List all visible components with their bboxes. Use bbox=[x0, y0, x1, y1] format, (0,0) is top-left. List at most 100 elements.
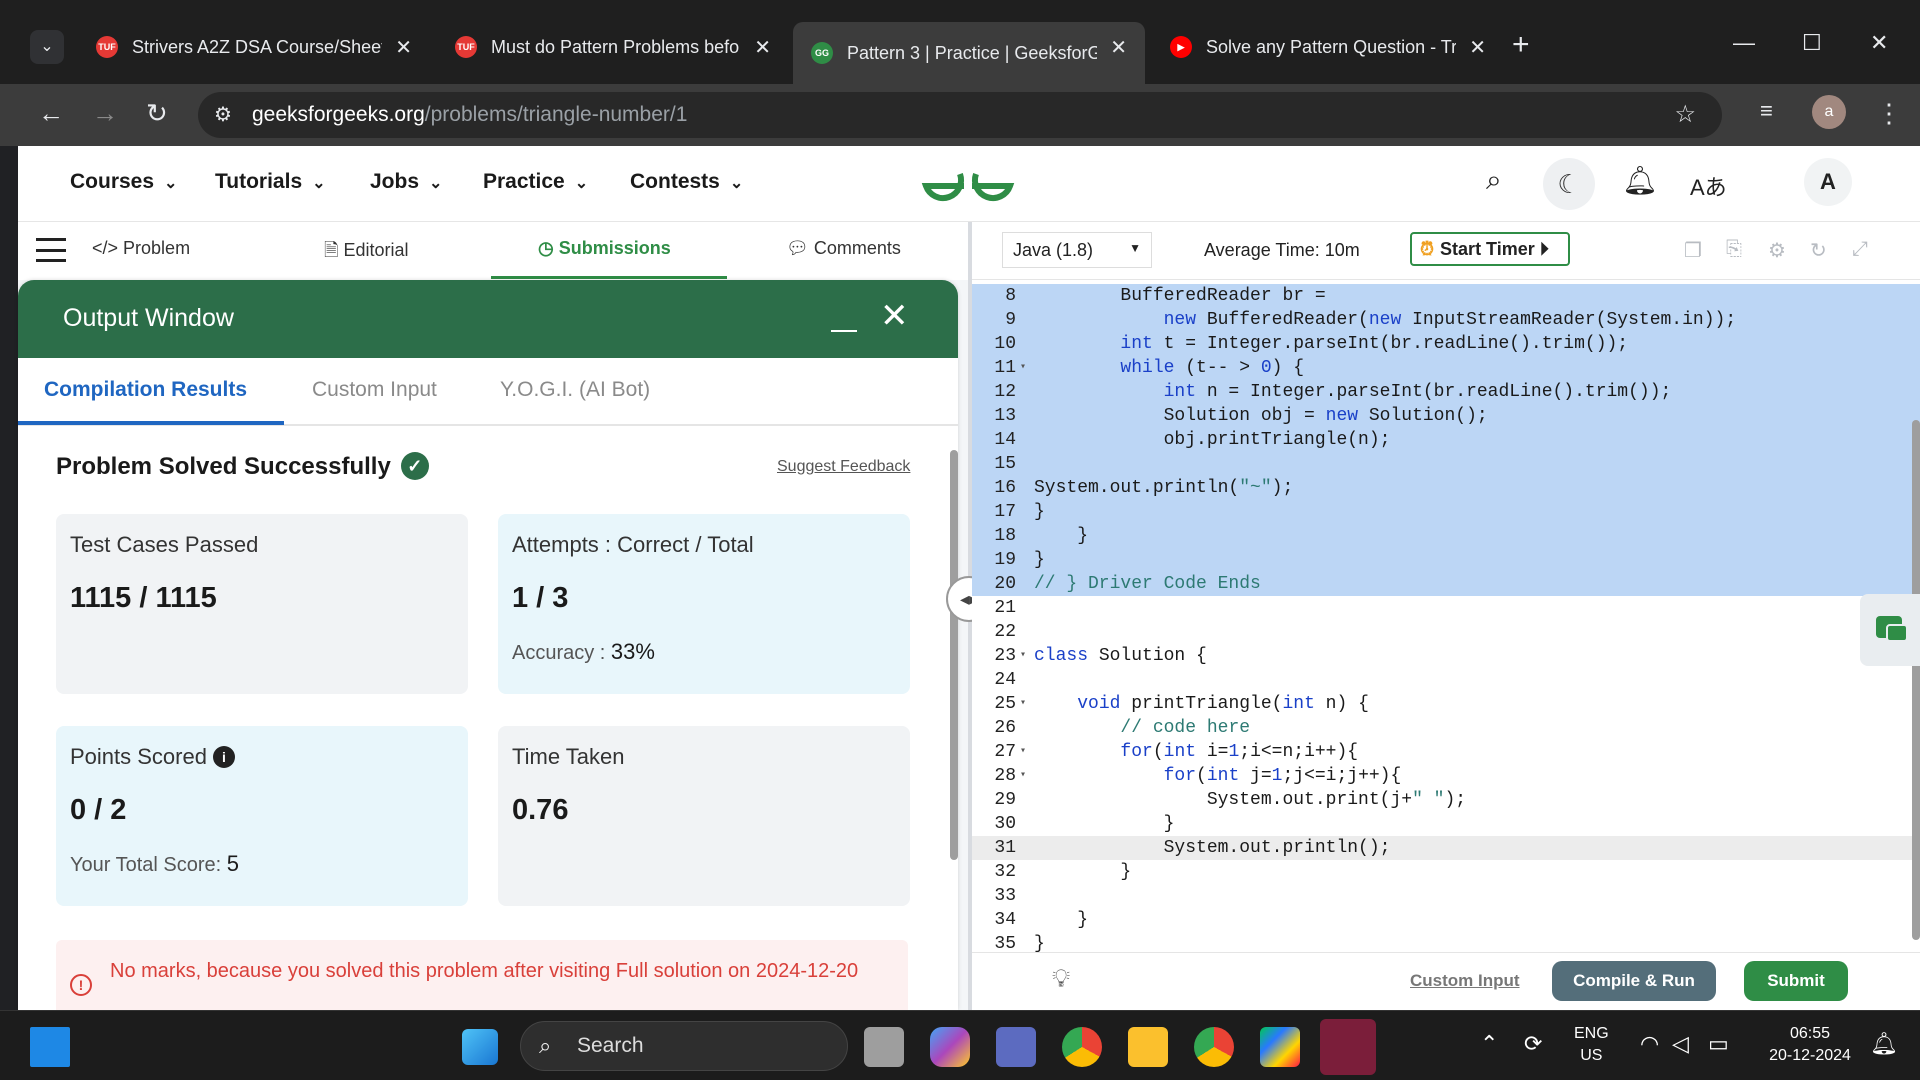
code-line[interactable]: 18 } bbox=[972, 524, 1920, 548]
bookmark-star-icon[interactable]: ☆ bbox=[1674, 92, 1696, 138]
code-line[interactable]: 34 } bbox=[972, 908, 1920, 932]
hamburger-menu-icon[interactable] bbox=[36, 238, 66, 262]
code-line[interactable]: 35} bbox=[972, 932, 1920, 952]
user-avatar[interactable]: A bbox=[1804, 158, 1852, 206]
language-indicator[interactable]: ENG US bbox=[1574, 1023, 1609, 1067]
dark-mode-icon[interactable]: ☾ bbox=[1543, 158, 1595, 210]
address-bar[interactable]: ⚙ geeksforgeeks.org/problems/triangle-nu… bbox=[198, 92, 1722, 138]
tab-editorial[interactable]: 🗎︎ Editorial bbox=[324, 238, 409, 268]
windows-start-icon[interactable] bbox=[462, 1029, 498, 1065]
lightbulb-icon[interactable]: 💡︎ bbox=[1052, 963, 1070, 995]
close-window-button[interactable]: ✕ bbox=[1870, 30, 1888, 56]
tab-submissions[interactable]: ◷ Submissions bbox=[538, 238, 671, 259]
import-icon[interactable]: ⎘ bbox=[1726, 238, 1742, 261]
language-select[interactable]: Java (1.8) ▼ bbox=[1002, 232, 1152, 268]
fullscreen-icon[interactable]: ⤢ bbox=[1852, 238, 1868, 261]
code-line[interactable]: 32 } bbox=[972, 860, 1920, 884]
code-line[interactable]: 8 BufferedReader br = bbox=[972, 284, 1920, 308]
browser-tab-2[interactable]: TUF Must do Pattern Problems befo ✕ bbox=[437, 22, 789, 72]
maximize-window-button[interactable]: ☐ bbox=[1802, 30, 1822, 56]
fold-arrow-icon[interactable]: ▾ bbox=[1020, 644, 1026, 668]
start-timer-button[interactable]: ⏰︎ Start Timer ⏵ bbox=[1410, 232, 1570, 266]
chevron-up-icon[interactable]: ⌃ bbox=[1480, 1031, 1498, 1057]
teams-icon[interactable] bbox=[996, 1027, 1036, 1067]
back-button[interactable]: ← bbox=[38, 98, 64, 129]
file-explorer-icon[interactable] bbox=[1128, 1027, 1168, 1067]
tab-problem[interactable]: </> Problem bbox=[92, 238, 190, 259]
copy-icon[interactable]: ❐ bbox=[1684, 238, 1702, 263]
tab-compilation-results[interactable]: Compilation Results bbox=[44, 378, 247, 402]
site-info-icon[interactable]: ⚙ bbox=[214, 92, 232, 138]
widgets-icon[interactable] bbox=[30, 1027, 70, 1067]
browser-tab-3[interactable]: GG Pattern 3 | Practice | GeeksforG ✕ bbox=[793, 22, 1145, 84]
code-editor[interactable]: 8 BufferedReader br = 9 new BufferedReade… bbox=[972, 280, 1920, 952]
tab-custom-input[interactable]: Custom Input bbox=[312, 378, 437, 402]
code-line[interactable]: 22 bbox=[972, 620, 1920, 644]
code-line[interactable]: 31 System.out.println(); bbox=[972, 836, 1920, 860]
sync-icon[interactable]: ⟳ bbox=[1524, 1031, 1542, 1057]
new-tab-button[interactable]: + bbox=[1512, 28, 1530, 62]
browser-tab-1[interactable]: TUF Strivers A2Z DSA Course/Sheet ✕ bbox=[78, 22, 430, 72]
search-icon[interactable]: ⌕ bbox=[1486, 164, 1502, 197]
code-line[interactable]: 15 bbox=[972, 452, 1920, 476]
forward-button[interactable]: → bbox=[92, 98, 118, 129]
code-line[interactable]: 20 // } Driver Code Ends bbox=[972, 572, 1920, 596]
fold-arrow-icon[interactable]: ▾ bbox=[1020, 356, 1026, 380]
code-line[interactable]: 13 Solution obj = new Solution(); bbox=[972, 404, 1920, 428]
info-icon[interactable]: i bbox=[212, 746, 235, 768]
tab-comments[interactable]: 💬︎ Comments bbox=[786, 238, 901, 259]
code-line[interactable]: 11 ▾ while (t-- > 0) { bbox=[972, 356, 1920, 380]
code-line[interactable]: 14 obj.printTriangle(n); bbox=[972, 428, 1920, 452]
code-line[interactable]: 12 int n = Integer.parseInt(br.readLine(… bbox=[972, 380, 1920, 404]
code-line[interactable]: 30 } bbox=[972, 812, 1920, 836]
battery-icon[interactable]: ▭ bbox=[1708, 1031, 1729, 1057]
code-line[interactable]: 27 ▾ for(int i=1;i<=n;i++){ bbox=[972, 740, 1920, 764]
minimize-window-button[interactable]: — bbox=[1733, 30, 1755, 56]
code-line[interactable]: 19} bbox=[972, 548, 1920, 572]
fold-arrow-icon[interactable]: ▾ bbox=[1020, 740, 1026, 764]
chat-fab-button[interactable] bbox=[1860, 594, 1920, 666]
reset-icon[interactable]: ↻ bbox=[1810, 238, 1827, 263]
code-line[interactable]: 26 // code here bbox=[972, 716, 1920, 740]
close-tab-icon[interactable]: ✕ bbox=[395, 35, 412, 60]
reload-button[interactable]: ↻ bbox=[146, 98, 168, 129]
notification-icon[interactable]: 🔔︎ bbox=[1870, 1031, 1898, 1057]
app-window-icon[interactable] bbox=[1320, 1019, 1376, 1075]
code-line[interactable]: 28 ▾ for(int j=1;j<=i;j++){ bbox=[972, 764, 1920, 788]
browser-profile-avatar[interactable]: a bbox=[1812, 95, 1846, 129]
clock[interactable]: 06:55 20-12-2024 bbox=[1760, 1023, 1860, 1067]
chrome-profile-icon[interactable] bbox=[1062, 1027, 1102, 1067]
close-tab-icon[interactable]: ✕ bbox=[754, 35, 771, 60]
code-line[interactable]: 17} bbox=[972, 500, 1920, 524]
submit-button[interactable]: Submit bbox=[1744, 961, 1848, 1001]
editor-scrollbar[interactable] bbox=[1912, 420, 1920, 940]
wifi-icon[interactable]: ◠ bbox=[1640, 1031, 1659, 1057]
minimize-output-button[interactable] bbox=[831, 330, 857, 332]
media-control-icon[interactable]: ≡ bbox=[1760, 98, 1773, 124]
play-store-icon[interactable] bbox=[1260, 1027, 1300, 1067]
fold-arrow-icon[interactable]: ▾ bbox=[1020, 692, 1026, 716]
menu-courses[interactable]: Courses ⌄ bbox=[70, 170, 177, 194]
browser-tab-4[interactable]: ▶ Solve any Pattern Question - Tri ✕ bbox=[1152, 22, 1504, 72]
output-scrollbar[interactable] bbox=[950, 450, 958, 860]
code-line[interactable]: 23 ▾ class Solution { bbox=[972, 644, 1920, 668]
copilot-icon[interactable] bbox=[930, 1027, 970, 1067]
code-line[interactable]: 10 int t = Integer.parseInt(br.readLine(… bbox=[972, 332, 1920, 356]
close-tab-icon[interactable]: ✕ bbox=[1469, 35, 1486, 60]
code-line[interactable]: 33 bbox=[972, 884, 1920, 908]
menu-tutorials[interactable]: Tutorials ⌄ bbox=[215, 170, 326, 194]
suggest-feedback-link[interactable]: Suggest Feedback bbox=[777, 458, 910, 476]
menu-jobs[interactable]: Jobs ⌄ bbox=[370, 170, 442, 194]
gfg-logo[interactable] bbox=[920, 160, 1016, 208]
compile-run-button[interactable]: Compile & Run bbox=[1552, 961, 1716, 1001]
code-line[interactable]: 16 System.out.println("~"); bbox=[972, 476, 1920, 500]
browser-menu-icon[interactable]: ⋮ bbox=[1876, 98, 1902, 129]
code-line[interactable]: 21 bbox=[972, 596, 1920, 620]
menu-contests[interactable]: Contests ⌄ bbox=[630, 170, 743, 194]
volume-icon[interactable]: ◁ bbox=[1672, 1031, 1689, 1057]
code-line[interactable]: 29 System.out.print(j+" "); bbox=[972, 788, 1920, 812]
notification-bell-icon[interactable]: 🔔︎ bbox=[1622, 164, 1658, 197]
tab-search-button[interactable]: ⌄ bbox=[30, 30, 64, 64]
fold-arrow-icon[interactable]: ▾ bbox=[1020, 764, 1026, 788]
code-line[interactable]: 9 new BufferedReader(new InputStreamRead… bbox=[972, 308, 1920, 332]
